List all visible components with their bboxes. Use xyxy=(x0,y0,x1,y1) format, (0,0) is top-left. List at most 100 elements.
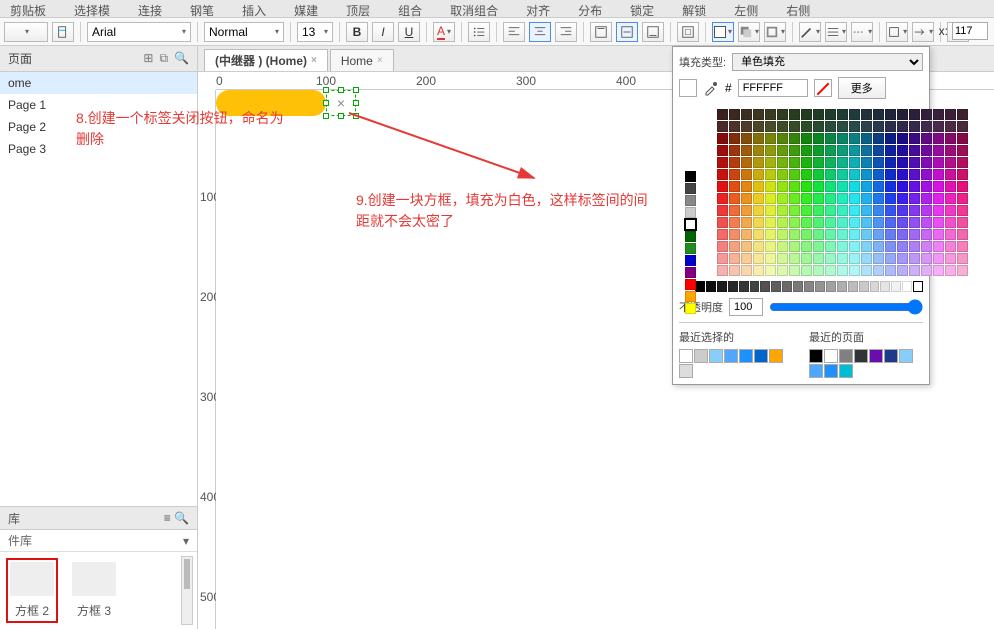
color-swatch[interactable] xyxy=(729,217,740,228)
color-swatch[interactable] xyxy=(880,281,890,292)
color-swatch[interactable] xyxy=(870,281,880,292)
color-swatch[interactable] xyxy=(909,241,920,252)
more-colors-button[interactable]: 更多 xyxy=(838,77,886,99)
valign-bottom-button[interactable] xyxy=(642,22,664,42)
color-swatch[interactable] xyxy=(933,253,944,264)
color-swatch[interactable] xyxy=(753,169,764,180)
tab-home[interactable]: Home× xyxy=(330,49,394,71)
color-swatch[interactable] xyxy=(717,253,728,264)
color-swatch[interactable] xyxy=(685,267,696,278)
color-swatch[interactable] xyxy=(728,281,738,292)
color-swatch[interactable] xyxy=(753,193,764,204)
color-swatch[interactable] xyxy=(897,181,908,192)
color-swatch[interactable] xyxy=(837,157,848,168)
color-swatch[interactable] xyxy=(825,205,836,216)
color-swatch[interactable] xyxy=(873,121,884,132)
color-swatch[interactable] xyxy=(729,121,740,132)
color-swatch[interactable] xyxy=(885,157,896,168)
color-swatch[interactable] xyxy=(957,169,968,180)
color-swatch[interactable] xyxy=(801,205,812,216)
color-swatch[interactable] xyxy=(849,109,860,120)
color-swatch[interactable] xyxy=(921,205,932,216)
color-swatch[interactable] xyxy=(729,253,740,264)
color-swatch[interactable] xyxy=(861,241,872,252)
color-swatch[interactable] xyxy=(945,133,956,144)
outer-shadow-button[interactable] xyxy=(738,22,760,42)
color-swatch[interactable] xyxy=(813,253,824,264)
color-swatch[interactable] xyxy=(777,133,788,144)
color-swatch[interactable] xyxy=(801,169,812,180)
color-swatch[interactable] xyxy=(945,253,956,264)
color-swatch[interactable] xyxy=(717,133,728,144)
color-swatch[interactable] xyxy=(753,229,764,240)
color-swatch[interactable] xyxy=(945,193,956,204)
color-swatch[interactable] xyxy=(765,217,776,228)
color-swatch[interactable] xyxy=(873,133,884,144)
color-swatch[interactable] xyxy=(825,241,836,252)
color-swatch[interactable] xyxy=(809,349,823,363)
bullet-list-button[interactable] xyxy=(468,22,490,42)
color-swatch[interactable] xyxy=(765,181,776,192)
color-swatch[interactable] xyxy=(717,157,728,168)
color-swatch[interactable] xyxy=(837,181,848,192)
color-swatch[interactable] xyxy=(717,193,728,204)
color-swatch[interactable] xyxy=(804,281,814,292)
recent-selected-swatches[interactable] xyxy=(679,349,793,378)
color-swatch[interactable] xyxy=(861,109,872,120)
color-swatch[interactable] xyxy=(809,364,823,378)
color-swatch[interactable] xyxy=(921,217,932,228)
color-swatch[interactable] xyxy=(782,281,792,292)
color-swatch[interactable] xyxy=(777,265,788,276)
color-swatch[interactable] xyxy=(933,157,944,168)
color-swatch[interactable] xyxy=(777,157,788,168)
tab-repeater-home[interactable]: (中继器 ) (Home)× xyxy=(204,49,328,71)
color-swatch[interactable] xyxy=(717,205,728,216)
color-swatch[interactable] xyxy=(849,121,860,132)
library-menu-icon[interactable]: ≡ xyxy=(164,511,171,525)
color-swatch[interactable] xyxy=(753,181,764,192)
color-swatch[interactable] xyxy=(789,217,800,228)
color-swatch[interactable] xyxy=(765,193,776,204)
color-swatch[interactable] xyxy=(837,253,848,264)
color-swatch[interactable] xyxy=(813,181,824,192)
color-swatch[interactable] xyxy=(813,217,824,228)
color-swatch[interactable] xyxy=(789,241,800,252)
color-swatch[interactable] xyxy=(741,145,752,156)
color-swatch[interactable] xyxy=(825,265,836,276)
color-swatch[interactable] xyxy=(765,109,776,120)
color-swatch[interactable] xyxy=(897,145,908,156)
menu-item[interactable]: 对齐 xyxy=(526,2,550,15)
color-swatch[interactable] xyxy=(861,193,872,204)
color-swatch[interactable] xyxy=(909,109,920,120)
color-swatch[interactable] xyxy=(789,133,800,144)
color-swatch[interactable] xyxy=(685,243,696,254)
color-swatch[interactable] xyxy=(849,265,860,276)
menu-item[interactable]: 右侧 xyxy=(786,2,810,15)
color-swatch[interactable] xyxy=(789,145,800,156)
color-swatch[interactable] xyxy=(801,229,812,240)
color-swatch[interactable] xyxy=(945,265,956,276)
color-swatch[interactable] xyxy=(685,207,696,218)
color-swatch[interactable] xyxy=(921,121,932,132)
color-swatch[interactable] xyxy=(897,253,908,264)
color-swatch[interactable] xyxy=(873,109,884,120)
color-swatch[interactable] xyxy=(837,121,848,132)
color-swatch[interactable] xyxy=(873,157,884,168)
color-swatch[interactable] xyxy=(861,121,872,132)
color-swatch[interactable] xyxy=(753,157,764,168)
library-select[interactable]: 件库▾ xyxy=(0,530,197,552)
color-swatch[interactable] xyxy=(765,157,776,168)
color-swatch[interactable] xyxy=(957,145,968,156)
color-swatch[interactable] xyxy=(861,229,872,240)
color-swatch[interactable] xyxy=(849,241,860,252)
color-swatch[interactable] xyxy=(837,265,848,276)
color-swatch[interactable] xyxy=(909,205,920,216)
search-icon[interactable]: 🔍 xyxy=(174,51,189,66)
color-swatch[interactable] xyxy=(945,157,956,168)
color-swatch[interactable] xyxy=(933,265,944,276)
color-swatch[interactable] xyxy=(849,133,860,144)
color-swatch[interactable] xyxy=(885,205,896,216)
inner-shadow-button[interactable] xyxy=(764,22,786,42)
text-color-button[interactable]: A xyxy=(433,22,455,42)
color-swatch[interactable] xyxy=(753,109,764,120)
